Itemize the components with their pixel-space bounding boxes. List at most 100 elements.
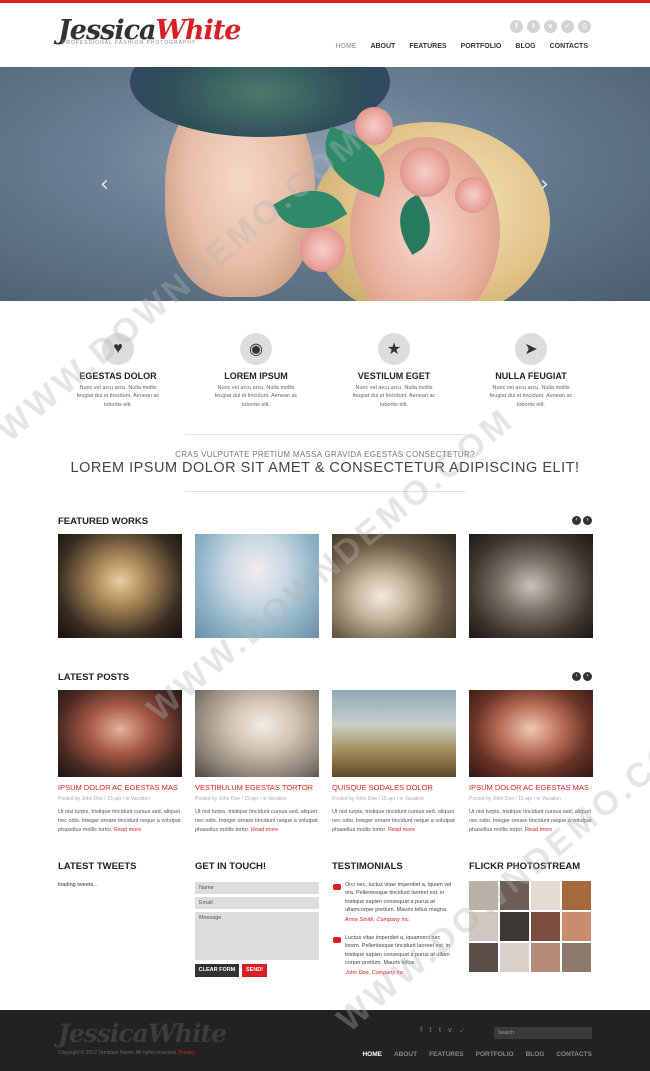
send-button[interactable]: SEND! [242,964,267,977]
featured-work-thumb[interactable] [332,534,456,638]
post-excerpt: Ut nisl turpis, tristique tincidunt curs… [332,808,456,834]
tweets-status: loading tweets... [58,882,98,888]
footer-nav-features[interactable]: FEATURES [429,1051,464,1058]
tumblr-icon[interactable]: t [439,1027,441,1035]
footer-search-input[interactable]: Search [494,1027,592,1039]
read-more-link[interactable]: Read more [525,827,552,833]
post-thumb[interactable] [469,690,593,777]
hero-flower [400,147,450,197]
post-excerpt: Ut nisl turpis, tristique tincidunt curs… [469,808,593,834]
twitter-bird-icon[interactable]: ✓ [561,20,574,33]
rss-icon[interactable]: ◎ [578,20,591,33]
flickr-photo[interactable] [469,912,498,941]
feature-block: ★ VESTILUM EGET Nunc vel arcu arcu. Null… [328,333,460,409]
flickr-photo[interactable] [562,881,591,910]
flickr-photo[interactable] [500,881,529,910]
next-arrow-icon[interactable]: › [583,516,592,525]
hero-flower [300,227,345,272]
footer-nav-blog[interactable]: BLOG [526,1051,545,1058]
feature-title: VESTILUM EGET [357,371,431,381]
privacy-link[interactable]: Privacy [179,1050,195,1056]
vimeo-icon[interactable]: v [448,1027,452,1035]
flickr-photo[interactable] [562,912,591,941]
read-more-link[interactable]: Read more [251,827,278,833]
post-thumb[interactable] [58,690,182,777]
flickr-photo[interactable] [531,912,560,941]
featured-work-thumb[interactable] [469,534,593,638]
footer-nav-portfolio[interactable]: PORTFOLIO [476,1051,514,1058]
message-field[interactable]: Message [195,912,319,960]
hero-slider: ‹ › [0,67,650,301]
feature-title: NULLA FEUGIAT [495,371,567,381]
flickr-photo[interactable] [469,881,498,910]
quote-bubble-icon [333,937,341,943]
post-meta: Posted by John Doe / 15 apr / in Vacatio… [195,796,287,802]
heart-icon: ♥ [102,333,134,365]
prev-arrow-icon[interactable]: ‹ [572,516,581,525]
next-arrow-icon[interactable]: › [583,672,592,681]
flickr-photo[interactable] [500,912,529,941]
post-meta: Posted by John Doe / 15 apr / in Vacatio… [58,796,150,802]
testimonial-author: Anna Smith, Company inc. [345,917,411,923]
email-field[interactable]: Email [195,897,319,909]
footer-logo-part2: White [147,1019,227,1048]
testimonial-text: Luctus vitae imperdiet a, iquamorci nec … [345,935,451,966]
testimonials-title: TESTIMONIALS [332,861,403,872]
logo-tagline: Professional fashion photography [62,40,197,46]
intro-subtitle: CRAS VULPUTATE PRETIUM MASSA GRAVIDA EGE… [175,450,475,459]
post-thumb[interactable] [332,690,456,777]
hero-image-wreath [130,67,390,137]
post-title[interactable]: QUISQUE SODALES DOLOR [332,783,456,792]
dribbble-icon[interactable]: ✓ [459,1027,465,1035]
copyright-text: Copyright © 2012 Template Name. All righ… [58,1050,178,1056]
footer-nav-contacts[interactable]: CONTACTS [556,1051,592,1058]
twitter-icon[interactable]: t [429,1027,431,1035]
nav-blog[interactable]: BLOG [515,43,535,50]
posts-pager: ‹ › [572,672,592,681]
clear-form-button[interactable]: CLEAR FORM [195,964,239,977]
post-title[interactable]: VESTIBULUM EGESTAS TORTOR [195,783,319,792]
flickr-photo[interactable] [531,943,560,972]
feature-text: Nunc vel arcu arcu. Nulla mollis feugiat… [76,385,160,408]
nav-portfolio[interactable]: PORTFOLIO [461,43,502,50]
slider-prev-arrow-icon[interactable]: ‹ [100,172,109,197]
prev-arrow-icon[interactable]: ‹ [572,672,581,681]
twitter-icon[interactable]: t [527,20,540,33]
nav-contacts[interactable]: CONTACTS [550,43,588,50]
post-thumb[interactable] [195,690,319,777]
facebook-icon[interactable]: f [510,20,523,33]
contact-title: GET IN TOUCH! [195,861,267,872]
feature-block: ◉ LOREM IPSUM Nunc vel arcu arcu. Nulla … [190,333,322,409]
testimonial: Luctus vitae imperdiet a, iquamorci nec … [345,934,457,977]
intro-headline: LOREM IPSUM DOLOR SIT AMET & CONSECTETUR… [70,460,580,476]
vimeo-icon[interactable]: v [544,20,557,33]
name-field[interactable]: Name [195,882,319,894]
slider-next-arrow-icon[interactable]: › [540,172,549,197]
flickr-photo[interactable] [562,943,591,972]
nav-about[interactable]: ABOUT [370,43,395,50]
footer-logo[interactable]: JessicaWhite [58,1019,227,1048]
featured-work-thumb[interactable] [58,534,182,638]
read-more-link[interactable]: Read more [114,827,141,833]
footer-nav-home[interactable]: HOME [362,1051,382,1058]
flickr-photo[interactable] [469,943,498,972]
nav-home[interactable]: HOME [335,43,356,50]
flickr-photo[interactable] [500,943,529,972]
post-title[interactable]: IPSUM DOLOR AC EGESTAS MAS [58,783,182,792]
featured-work-thumb[interactable] [195,534,319,638]
read-more-link[interactable]: Read more [388,827,415,833]
feature-text: Nunc vel arcu arcu. Nulla mollis feugiat… [489,385,573,408]
flickr-photo[interactable] [531,881,560,910]
facebook-icon[interactable]: f [420,1027,422,1035]
top-accent-line [0,0,650,3]
footer-copyright: Copyright © 2012 Template Name. All righ… [58,1050,195,1056]
footer-nav: HOME ABOUT FEATURES PORTFOLIO BLOG CONTA… [362,1051,592,1058]
testimonial: Orci nec, luctus vitae imperdiet a, iqua… [345,881,457,924]
footer-logo-part1: Jessica [58,1019,149,1048]
divider [185,434,465,435]
star-icon: ★ [378,333,410,365]
footer-nav-about[interactable]: ABOUT [394,1051,417,1058]
post-title[interactable]: IPSUM DOLOR AC EGESTAS MAS [469,783,593,792]
nav-features[interactable]: FEATURES [409,43,446,50]
featured-works-title: FEATURED WORKS [58,516,149,527]
